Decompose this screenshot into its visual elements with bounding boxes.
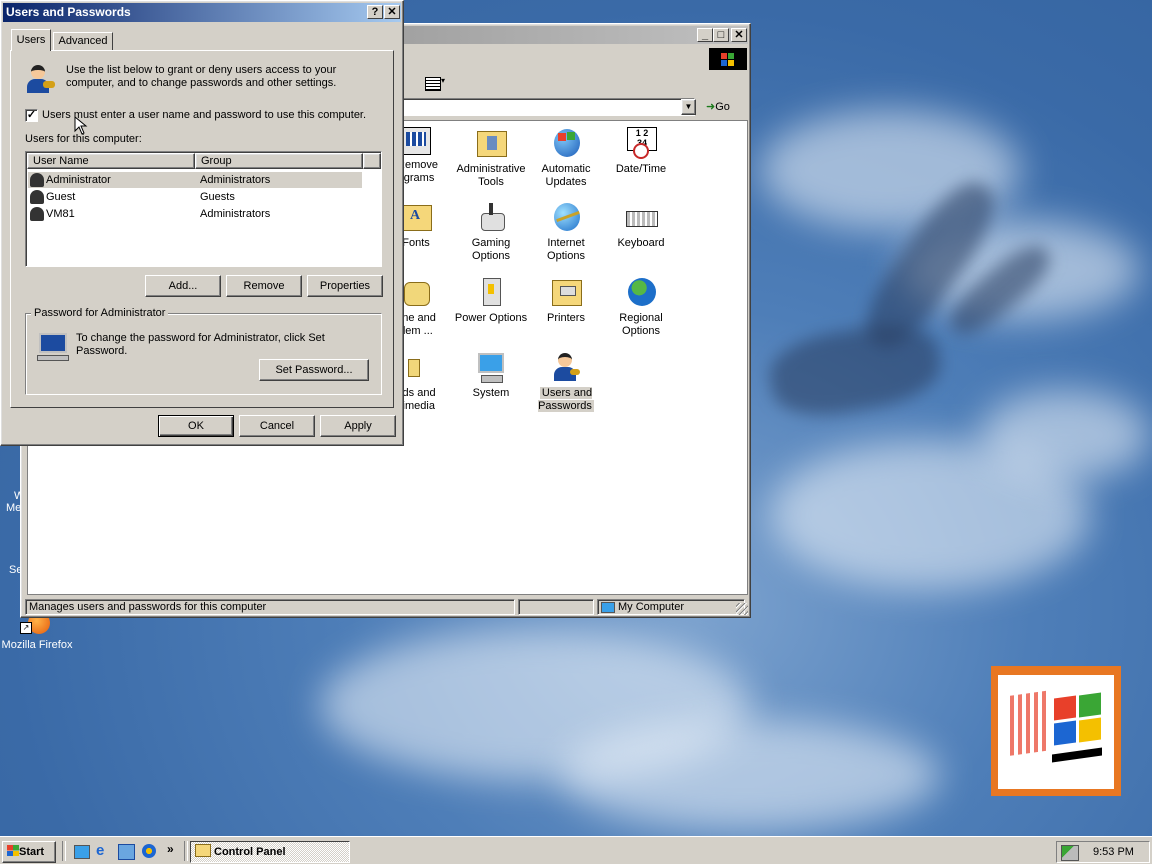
internet-options[interactable]: Internet Options [528, 201, 604, 263]
cancel-button[interactable]: Cancel [239, 415, 315, 437]
address-dropdown-button[interactable]: ▼ [681, 99, 696, 115]
users-icon [550, 351, 582, 383]
user-icon [30, 207, 44, 221]
table-row[interactable]: Administrator Administrators [28, 172, 362, 188]
require-login-checkbox[interactable]: ✓ [25, 109, 38, 122]
views-icon[interactable]: ▾ [423, 75, 449, 91]
automatic-updates[interactable]: Automatic Updates [528, 127, 604, 189]
remove-user-button[interactable]: Remove [226, 275, 302, 297]
require-login-label[interactable]: Users must enter a user name and passwor… [42, 109, 366, 121]
users-and-passwords-dialog[interactable]: Users and Passwords ? ✕ Users Advanced U… [0, 0, 404, 446]
fonts-icon: A [400, 201, 432, 233]
administrative-tools-icon [475, 127, 507, 159]
system-tray: 9:53 PM [1056, 841, 1150, 863]
keyboard-icon [625, 201, 658, 233]
add-user-button[interactable]: Add... [145, 275, 221, 297]
start-button[interactable]: Start [2, 841, 56, 863]
users-and-passwords[interactable]: Users and Passwords [528, 351, 604, 413]
dialog-titlebar[interactable]: Users and Passwords [3, 3, 401, 22]
phone-icon [400, 276, 432, 308]
windows-logo [991, 666, 1121, 796]
set-password-button[interactable]: Set Password... [259, 359, 369, 381]
quick-launch-separator [62, 841, 66, 861]
keyboard[interactable]: Keyboard [603, 201, 679, 250]
power-options-icon [475, 276, 507, 308]
table-row[interactable]: VM81 Administrators [28, 206, 362, 222]
internet-explorer-icon[interactable]: e [96, 843, 111, 859]
outlook-express-icon[interactable] [118, 844, 135, 860]
password-group-label: Password for Administrator [31, 307, 169, 319]
firefox-icon-label[interactable]: Mozilla Firefox [0, 639, 74, 651]
resize-grip[interactable] [736, 603, 748, 615]
date-time[interactable]: 1 234 Date/Time [603, 127, 679, 176]
tab-users[interactable]: Users [11, 29, 51, 51]
automatic-updates-icon [550, 127, 582, 159]
network-icon[interactable] [1061, 845, 1079, 861]
administrative-tools[interactable]: Administrative Tools [453, 127, 529, 189]
globe-icon [625, 276, 657, 308]
users-icon [25, 63, 57, 95]
power-options[interactable]: Power Options [453, 276, 529, 325]
printers[interactable]: Printers [528, 276, 604, 325]
status-bar-panel [518, 599, 594, 615]
help-button[interactable]: ? [367, 5, 383, 19]
computer-icon [475, 351, 507, 383]
user-icon [30, 173, 44, 187]
printers-icon [550, 276, 582, 308]
regional-options[interactable]: Regional Options [603, 276, 679, 338]
dialog-close-button[interactable]: ✕ [384, 5, 400, 19]
apply-button[interactable]: Apply [320, 415, 396, 437]
go-button[interactable]: ➜Go [706, 98, 744, 116]
intro-text: Use the list below to grant or deny user… [66, 64, 337, 89]
gaming-options-icon [475, 201, 507, 233]
status-bar-zone: My Computer [597, 599, 745, 615]
column-header-user-name[interactable]: User Name [27, 153, 195, 169]
taskbar: Start e » Control Panel 9:53 PM [0, 836, 1152, 864]
show-desktop-icon[interactable] [74, 845, 90, 859]
tab-page: Use the list below to grant or deny user… [10, 50, 394, 408]
quick-launch-chevron[interactable]: » [167, 842, 174, 856]
column-header-group[interactable]: Group [195, 153, 363, 169]
taskbar-button-control-panel[interactable]: Control Panel [190, 841, 350, 863]
status-bar-text: Manages users and passwords for this com… [25, 599, 515, 615]
address-field[interactable] [381, 98, 695, 116]
clock[interactable]: 9:53 PM [1093, 846, 1134, 858]
taskbar-separator [184, 841, 188, 861]
internet-options-icon [550, 201, 582, 233]
dialog-title: Users and Passwords [6, 5, 131, 19]
user-icon [30, 190, 44, 204]
control-panel-icon [195, 844, 211, 857]
maximize-button[interactable]: □ [713, 28, 729, 42]
properties-button[interactable]: Properties [307, 275, 383, 297]
tab-advanced[interactable]: Advanced [53, 32, 113, 51]
close-button[interactable]: ✕ [731, 28, 747, 42]
gaming-options[interactable]: Gaming Options [453, 201, 529, 263]
column-header-filler [363, 153, 381, 169]
users-list[interactable]: User Name Group Administrator Administra… [25, 151, 382, 267]
password-text: To change the password for Administrator… [76, 332, 325, 357]
add-remove-programs-icon [401, 127, 431, 155]
computer-icon [37, 331, 69, 363]
my-computer-icon [601, 601, 615, 613]
go-arrow-icon: ➜ [706, 101, 716, 113]
windows-throbber-icon [709, 48, 747, 70]
date-time-icon: 1 234 [625, 127, 657, 159]
ok-button[interactable]: OK [158, 415, 234, 437]
system[interactable]: System [453, 351, 529, 400]
speaker-icon [400, 351, 432, 383]
windows-flag-icon [7, 845, 19, 856]
media-player-icon[interactable] [142, 844, 156, 858]
table-row[interactable]: Guest Guests [28, 189, 362, 205]
minimize-button[interactable]: _ [697, 28, 713, 42]
